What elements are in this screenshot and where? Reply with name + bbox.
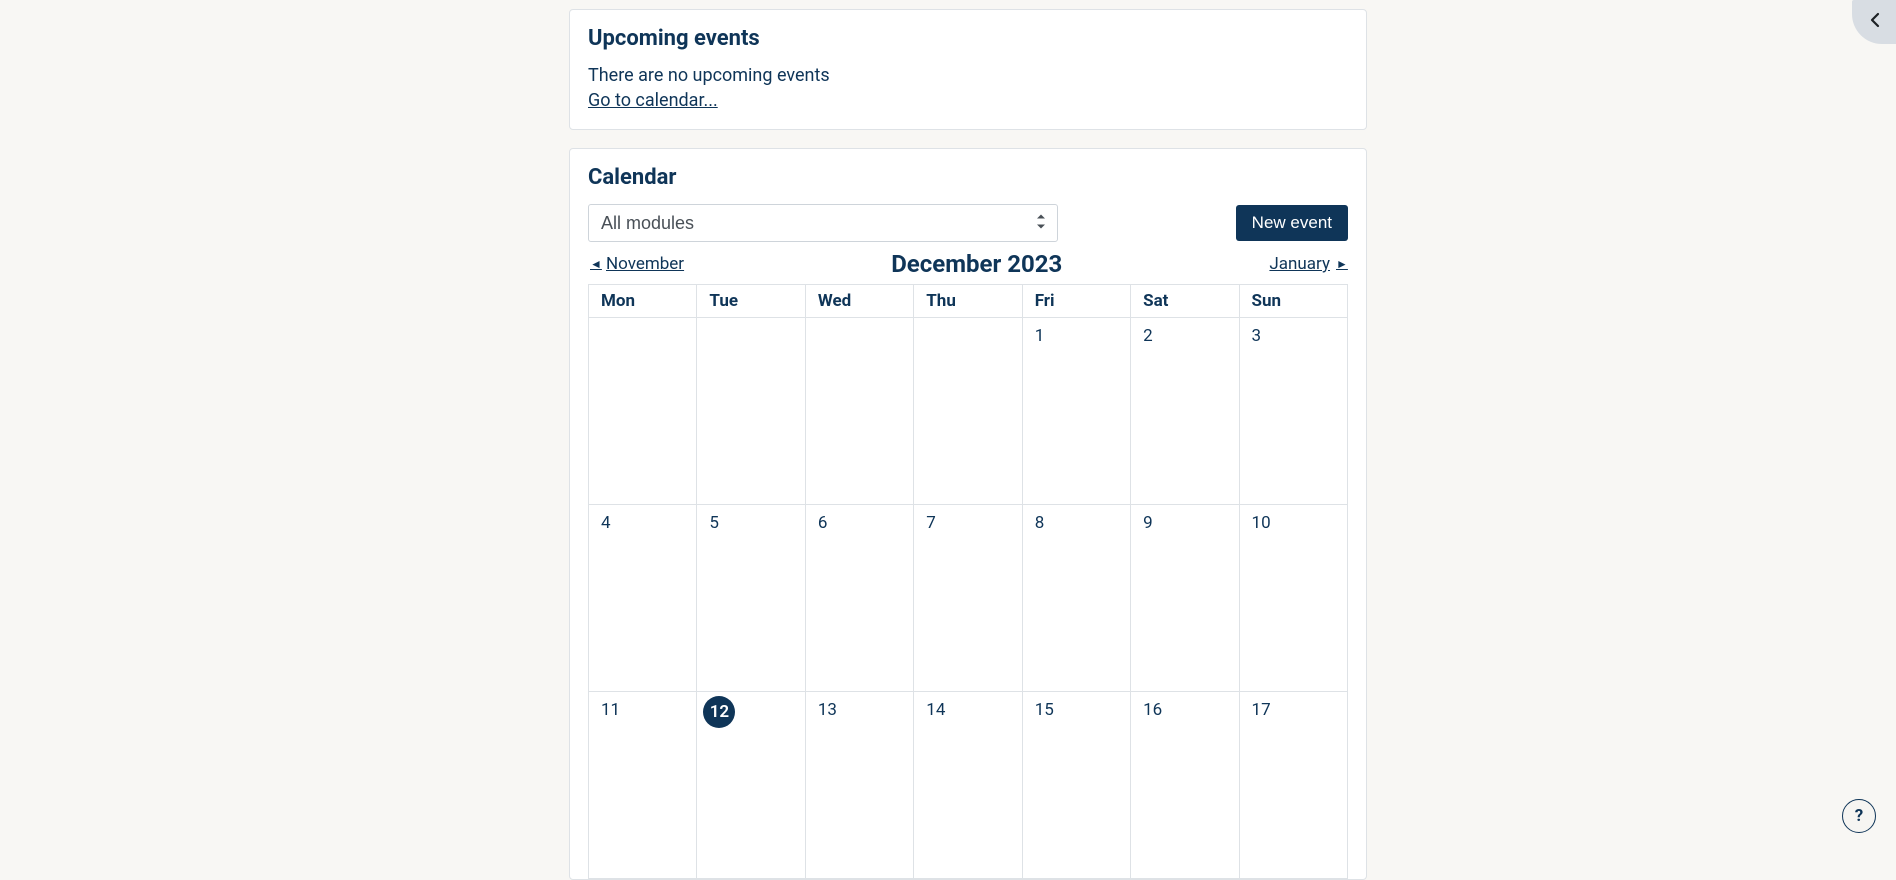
calendar-day-cell[interactable] bbox=[805, 318, 913, 505]
calendar-title: Calendar bbox=[588, 165, 1348, 190]
calendar-day-cell[interactable] bbox=[914, 318, 1022, 505]
day-number: 16 bbox=[1143, 700, 1162, 720]
calendar-table: MonTueWedThuFriSatSun 123456789101112131… bbox=[588, 284, 1348, 879]
module-filter-select[interactable]: All modules bbox=[588, 204, 1058, 242]
chevron-left-icon bbox=[1867, 12, 1883, 28]
prev-month-link[interactable]: ◄ November bbox=[590, 254, 684, 274]
help-label: ? bbox=[1855, 806, 1863, 826]
calendar-day-cell[interactable]: 12 bbox=[697, 692, 805, 879]
day-number: 15 bbox=[1035, 700, 1054, 720]
calendar-day-cell[interactable]: 8 bbox=[1022, 505, 1130, 692]
day-number: 3 bbox=[1252, 326, 1262, 346]
calendar-day-cell[interactable]: 6 bbox=[805, 505, 913, 692]
calendar-day-cell[interactable]: 1 bbox=[1022, 318, 1130, 505]
day-number: 10 bbox=[1252, 513, 1271, 533]
calendar-day-cell[interactable]: 9 bbox=[1131, 505, 1239, 692]
calendar-day-cell[interactable]: 5 bbox=[697, 505, 805, 692]
day-header: Tue bbox=[697, 285, 805, 318]
triangle-left-icon: ◄ bbox=[590, 257, 600, 271]
prev-month-label: November bbox=[606, 254, 684, 274]
upcoming-events-title: Upcoming events bbox=[588, 26, 1348, 51]
day-number: 2 bbox=[1143, 326, 1153, 346]
calendar-day-cell[interactable]: 10 bbox=[1239, 505, 1347, 692]
day-number: 14 bbox=[926, 700, 945, 720]
today-marker: 12 bbox=[703, 696, 735, 728]
calendar-card: Calendar All modules New event ◄ Novembe… bbox=[569, 148, 1367, 880]
upcoming-empty-text: There are no upcoming events bbox=[588, 65, 1348, 86]
calendar-day-cell[interactable]: 11 bbox=[589, 692, 697, 879]
calendar-day-cell[interactable]: 4 bbox=[589, 505, 697, 692]
next-month-label: January bbox=[1269, 254, 1330, 274]
day-number: 11 bbox=[601, 700, 620, 720]
current-month-title: December 2023 bbox=[891, 250, 1062, 278]
day-number: 7 bbox=[926, 513, 936, 533]
day-number: 4 bbox=[601, 513, 611, 533]
calendar-day-cell[interactable] bbox=[589, 318, 697, 505]
go-to-calendar-link[interactable]: Go to calendar... bbox=[588, 90, 718, 111]
day-number: 9 bbox=[1143, 513, 1153, 533]
new-event-button[interactable]: New event bbox=[1236, 205, 1348, 241]
day-header: Fri bbox=[1022, 285, 1130, 318]
calendar-day-cell[interactable]: 13 bbox=[805, 692, 913, 879]
calendar-day-cell[interactable] bbox=[697, 318, 805, 505]
help-button[interactable]: ? bbox=[1842, 799, 1876, 833]
calendar-day-cell[interactable]: 15 bbox=[1022, 692, 1130, 879]
day-header: Wed bbox=[805, 285, 913, 318]
calendar-day-cell[interactable]: 14 bbox=[914, 692, 1022, 879]
calendar-day-cell[interactable]: 16 bbox=[1131, 692, 1239, 879]
next-month-link[interactable]: January ► bbox=[1269, 254, 1346, 274]
day-number: 6 bbox=[818, 513, 828, 533]
day-number: 13 bbox=[818, 700, 837, 720]
day-number: 8 bbox=[1035, 513, 1045, 533]
day-number: 1 bbox=[1035, 326, 1045, 346]
day-header: Mon bbox=[589, 285, 697, 318]
calendar-day-cell[interactable]: 17 bbox=[1239, 692, 1347, 879]
day-number: 17 bbox=[1252, 700, 1271, 720]
day-header: Thu bbox=[914, 285, 1022, 318]
calendar-day-cell[interactable]: 2 bbox=[1131, 318, 1239, 505]
day-header: Sun bbox=[1239, 285, 1347, 318]
calendar-day-cell[interactable]: 7 bbox=[914, 505, 1022, 692]
triangle-right-icon: ► bbox=[1336, 257, 1346, 271]
calendar-day-cell[interactable]: 3 bbox=[1239, 318, 1347, 505]
open-drawer-button[interactable] bbox=[1852, 0, 1896, 44]
day-number: 5 bbox=[709, 513, 719, 533]
day-header: Sat bbox=[1131, 285, 1239, 318]
upcoming-events-card: Upcoming events There are no upcoming ev… bbox=[569, 9, 1367, 130]
